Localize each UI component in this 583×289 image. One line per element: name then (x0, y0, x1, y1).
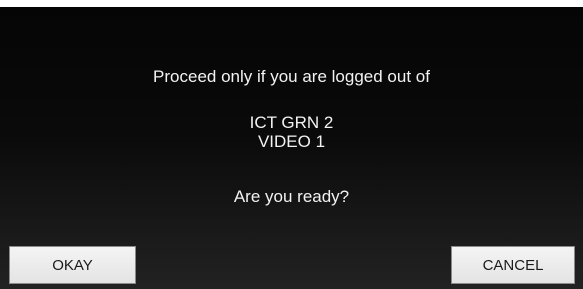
cancel-button[interactable]: CANCEL (451, 246, 575, 284)
target-line-2: VIDEO 1 (257, 132, 326, 151)
dialog-intro-text: Proceed only if you are logged out of (153, 67, 430, 86)
dialog-question: Are you ready? (233, 187, 350, 206)
okay-button[interactable]: OKAY (9, 246, 136, 284)
target-line-1: ICT GRN 2 (249, 113, 334, 132)
logout-confirm-dialog: Proceed only if you are logged out of IC… (0, 7, 583, 289)
